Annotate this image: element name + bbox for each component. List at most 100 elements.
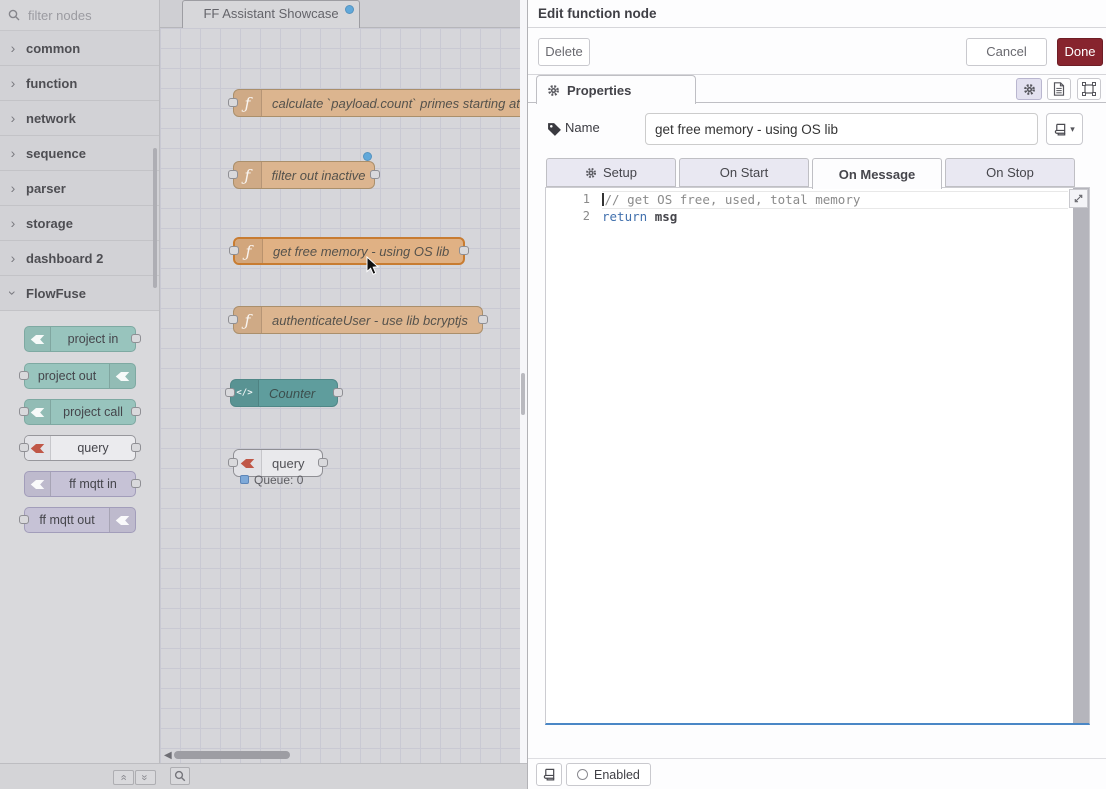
tab-on-message[interactable]: On Message [812,158,942,189]
cancel-button[interactable]: Cancel [966,38,1047,66]
flowfuse-icon [109,364,135,388]
node-enabled-toggle[interactable]: Enabled [566,763,651,786]
output-port[interactable] [131,334,141,343]
output-port[interactable] [131,479,141,488]
library-export-button[interactable] [536,763,562,786]
appearance-button[interactable] [1077,78,1101,100]
changed-node-dot [363,152,372,161]
output-port[interactable] [333,388,343,397]
palette-category-storage[interactable]: ›storage [0,206,159,241]
palette-category-flowfuse[interactable]: ›FlowFuse [0,276,159,311]
workspace-tab[interactable]: FF Assistant Showcase [182,0,360,28]
output-port[interactable] [370,170,380,179]
tray-title: Edit function node [528,0,1106,28]
name-input[interactable] [645,113,1038,145]
palette-category-sequence[interactable]: ›sequence [0,136,159,171]
function-icon: ƒ [234,307,262,333]
tray-footer: Enabled [528,758,1106,789]
output-port[interactable] [478,315,488,324]
template-code-icon: </> [231,380,259,406]
palette-node-project-out[interactable]: project out [24,363,136,389]
function-icon: ƒ [235,239,263,263]
delete-button[interactable]: Delete [538,38,590,66]
search-icon [8,9,20,21]
chevron-right-icon: › [0,75,26,91]
node-red-editor: ›common ›function ›network ›sequence ›pa… [0,0,1106,789]
palette-category-function[interactable]: ›function [0,66,159,101]
enabled-label: Enabled [594,768,640,782]
flowfuse-icon [25,472,51,496]
node-calculate-primes[interactable]: ƒ calculate `payload.count` primes start… [233,89,520,117]
palette-flowfuse-nodes: project in project out project call quer… [0,311,159,763]
node-counter[interactable]: </> Counter [230,379,338,407]
code-line-2: return msg [602,209,1068,227]
expand-all-button[interactable]: « [135,770,156,785]
input-port[interactable] [225,388,235,397]
tab-properties[interactable]: Properties [536,75,696,104]
input-port[interactable] [19,371,29,380]
name-label: Name [565,120,600,135]
node-authenticate-user[interactable]: ƒ authenticateUser - use lib bcryptjs [233,306,483,334]
palette-filter-input[interactable] [26,7,136,24]
palette-category-parser[interactable]: ›parser [0,171,159,206]
library-button[interactable]: ▾ [1046,113,1083,145]
chevron-right-icon: › [0,215,26,231]
function-tabs: Setup On Start On Message On Stop [528,158,1106,188]
palette-category-dashboard2[interactable]: ›dashboard 2 [0,241,159,276]
input-port[interactable] [228,315,238,324]
output-port[interactable] [131,407,141,416]
enabled-state-icon [577,769,588,780]
line-number: 2 [546,209,590,223]
flow-canvas[interactable]: ƒ calculate `payload.count` primes start… [160,28,520,763]
tab-on-start[interactable]: On Start [679,158,809,187]
output-port[interactable] [131,443,141,452]
input-port[interactable] [228,170,238,179]
palette-search[interactable] [0,0,159,31]
output-port[interactable] [318,458,328,467]
input-port[interactable] [19,443,29,452]
output-port[interactable] [459,246,469,255]
description-button[interactable] [1047,78,1071,100]
palette-scrollbar[interactable] [153,148,157,288]
node-filter-out-inactive[interactable]: ƒ filter out inactive [233,161,375,189]
magnifier-icon [174,770,186,782]
palette-node-ff-mqtt-in[interactable]: ff mqtt in [24,471,136,497]
input-port[interactable] [228,458,238,467]
palette-category-common[interactable]: ›common [0,31,159,66]
chevron-right-icon: › [0,145,26,161]
chevron-right-icon: › [0,110,26,126]
expand-editor-button[interactable] [1069,189,1088,208]
input-port[interactable] [229,246,239,255]
tag-icon [547,122,562,137]
double-chevron-up-icon: « [118,774,129,780]
palette-category-network[interactable]: ›network [0,101,159,136]
document-icon [1053,82,1065,96]
node-status-dot [240,475,249,484]
vertical-scrollbar[interactable] [521,373,525,415]
code-editor[interactable]: 1 2 // get OS free, used, total memory r… [545,187,1090,725]
code-line-1: // get OS free, used, total memory [602,191,1068,209]
unsaved-changes-dot [345,5,354,14]
input-port[interactable] [228,98,238,107]
palette-sidebar: ›common ›function ›network ›sequence ›pa… [0,0,160,763]
caret-down-icon: ▾ [1070,124,1075,135]
palette-node-query[interactable]: query [24,435,136,461]
palette-node-ff-mqtt-out[interactable]: ff mqtt out [24,507,136,533]
horizontal-scrollbar[interactable] [174,751,290,759]
editor-minimap-scrollbar[interactable] [1073,188,1089,723]
scroll-left-arrow-icon[interactable]: ◀ [164,750,172,761]
palette-node-project-in[interactable]: project in [24,326,136,352]
input-port[interactable] [19,515,29,524]
node-get-free-memory[interactable]: ƒ get free memory - using OS lib [233,237,465,265]
tab-on-stop[interactable]: On Stop [945,158,1075,187]
tab-setup[interactable]: Setup [546,158,676,187]
input-port[interactable] [19,407,29,416]
selection-frame-icon [1082,82,1096,96]
palette-node-project-call[interactable]: project call [24,399,136,425]
collapse-all-button[interactable]: « [113,770,134,785]
done-button[interactable]: Done [1057,38,1103,66]
zoom-search-button[interactable] [170,767,190,785]
edit-tray: Edit function node Delete Cancel Done Pr… [527,0,1106,789]
properties-gear-button[interactable] [1016,78,1042,100]
function-icon: ƒ [234,90,262,116]
